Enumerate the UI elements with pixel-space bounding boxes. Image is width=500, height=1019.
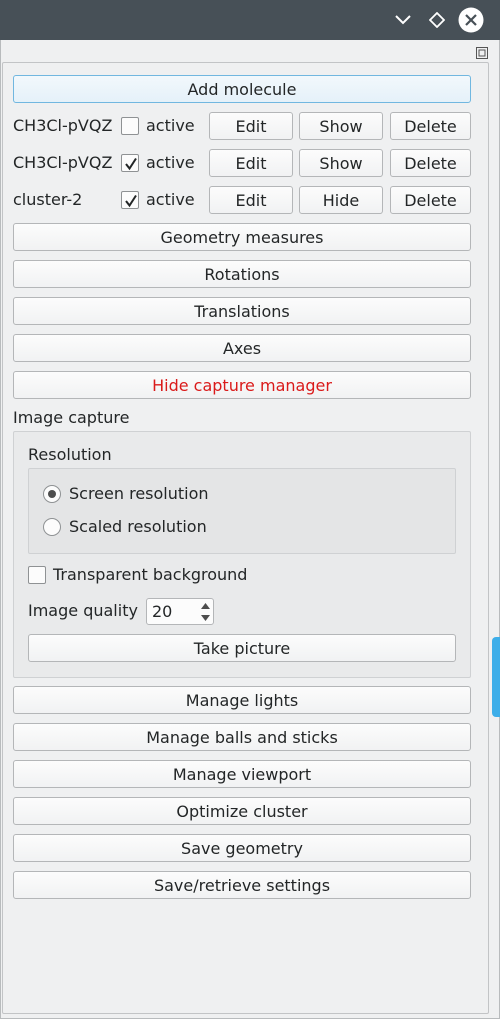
manage-viewport-button[interactable]: Manage viewport xyxy=(13,760,471,788)
geometry-measures-button[interactable]: Geometry measures xyxy=(13,223,471,251)
active-checkbox[interactable] xyxy=(121,191,139,209)
checkmark-icon xyxy=(125,157,137,171)
active-checkbox[interactable] xyxy=(121,117,139,135)
image-quality-spinbox[interactable]: 20 xyxy=(146,598,214,625)
screen-resolution-label: Screen resolution xyxy=(69,484,209,503)
transparent-background-label: Transparent background xyxy=(53,565,248,584)
image-quality-label: Image quality xyxy=(28,601,138,620)
active-label: active xyxy=(146,153,195,172)
image-quality-value: 20 xyxy=(152,602,173,621)
diamond-icon[interactable] xyxy=(425,8,449,32)
rotations-button[interactable]: Rotations xyxy=(13,260,471,288)
edit-button[interactable]: Edit xyxy=(209,112,293,140)
chevron-down-icon[interactable] xyxy=(391,8,415,32)
add-molecule-button[interactable]: Add molecule xyxy=(13,75,471,103)
axes-button[interactable]: Axes xyxy=(13,334,471,362)
scaled-resolution-radio[interactable] xyxy=(43,518,61,536)
spin-up-icon[interactable] xyxy=(197,600,213,612)
transparent-background-checkbox[interactable] xyxy=(28,566,46,584)
active-checkbox[interactable] xyxy=(121,154,139,172)
show-button[interactable]: Show xyxy=(299,112,383,140)
close-icon[interactable] xyxy=(458,7,484,33)
edit-button[interactable]: Edit xyxy=(209,186,293,214)
save-geometry-button[interactable]: Save geometry xyxy=(13,834,471,862)
delete-button[interactable]: Delete xyxy=(390,149,471,177)
edit-button[interactable]: Edit xyxy=(209,149,293,177)
image-capture-title: Image capture xyxy=(13,408,130,427)
scrollbar-handle[interactable] xyxy=(492,637,500,717)
screen-resolution-radio[interactable] xyxy=(43,485,61,503)
scaled-resolution-label: Scaled resolution xyxy=(69,517,207,536)
translations-button[interactable]: Translations xyxy=(13,297,471,325)
show-button[interactable]: Show xyxy=(299,149,383,177)
spin-down-icon[interactable] xyxy=(197,612,213,624)
delete-button[interactable]: Delete xyxy=(390,112,471,140)
active-label: active xyxy=(146,190,195,209)
hide-button[interactable]: Hide xyxy=(299,186,383,214)
checkmark-icon xyxy=(125,194,137,208)
resolution-group xyxy=(28,468,456,554)
molecule-name: CH3Cl-pVQZ xyxy=(13,153,113,172)
save-retrieve-settings-button[interactable]: Save/retrieve settings xyxy=(13,871,471,899)
optimize-cluster-button[interactable]: Optimize cluster xyxy=(13,797,471,825)
manage-lights-button[interactable]: Manage lights xyxy=(13,686,471,714)
molecule-name: CH3Cl-pVQZ xyxy=(13,116,113,135)
resolution-title: Resolution xyxy=(28,445,112,464)
delete-button[interactable]: Delete xyxy=(390,186,471,214)
manage-balls-and-sticks-button[interactable]: Manage balls and sticks xyxy=(13,723,471,751)
active-label: active xyxy=(146,116,195,135)
hide-capture-manager-button[interactable]: Hide capture manager xyxy=(13,371,471,399)
float-icon[interactable] xyxy=(476,44,488,59)
take-picture-button[interactable]: Take picture xyxy=(28,634,456,662)
molecule-name: cluster-2 xyxy=(13,190,83,209)
window-titlebar xyxy=(0,0,500,40)
